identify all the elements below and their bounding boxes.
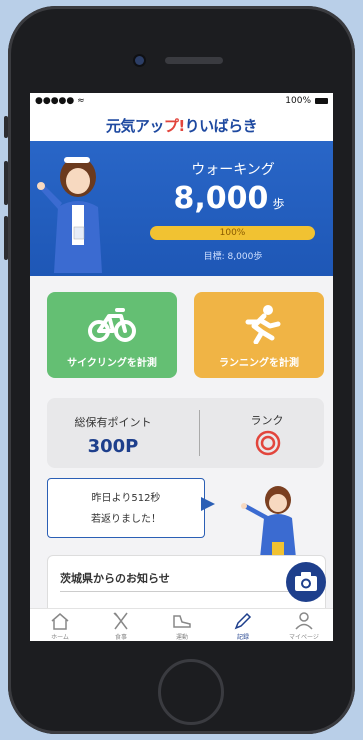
news-divider [60,591,290,592]
rank-label: ランク [250,414,284,427]
tab-record-label: 記録 [236,634,249,641]
runner-icon [245,305,281,344]
shoe-icon [173,615,191,628]
tab-home[interactable]: ホーム [30,612,90,641]
front-camera [135,56,144,65]
message-line-2: 若返りました！ [91,514,161,525]
volume-up-button [4,161,8,205]
card-divider [199,410,200,456]
mute-switch [4,116,8,138]
message-line-1: 昨日より512秒 [91,493,161,504]
cycling-button-label: サイクリングを計測 [67,358,157,369]
app-screen: ●●●●● ≈ 100% 元気アップ!りいばらき ウォーキング 8,000 歩 1… [30,93,333,641]
bubble-tail [201,497,215,511]
running-button-label: ランニングを計測 [219,358,299,369]
fork-knife-icon [113,612,128,630]
walking-label: ウォーキング [191,162,275,178]
wifi-icon: ≈ [77,96,85,106]
tab-mypage[interactable]: マイページ [274,612,333,641]
news-title: 茨城県からのお知らせ [60,572,170,585]
step-progress-bar: 100% [150,226,315,240]
earpiece-speaker [165,57,223,64]
points-value: 300P [87,436,139,457]
tab-record[interactable]: 記録 [213,612,273,641]
points-card[interactable]: 総保有ポイント 300P ランク [47,398,324,468]
home-button[interactable] [158,659,224,725]
bicycle-icon [88,308,136,342]
tab-exercise-label: 運動 [175,634,188,641]
tab-meal-label: 食事 [114,634,127,641]
pencil-icon [234,612,252,630]
mascot-character-icon [37,157,102,273]
tab-meal[interactable]: 食事 [91,612,151,641]
signal-indicator: ●●●●● ≈ [35,96,85,106]
cycling-measure-button[interactable]: サイクリングを計測 [47,292,177,378]
camera-fab-button[interactable] [286,562,326,602]
app-logo: 元気アップ!りいばらき [105,117,258,135]
bottom-tab-bar: ホーム 食事 運動 記録 マイページ [30,608,333,641]
battery-percent: 100% [285,96,311,106]
battery-icon [315,98,328,104]
person-icon [295,612,313,630]
points-label: 総保有ポイント [74,416,152,429]
app-header: 元気アップ!りいばらき [30,111,333,141]
step-count: 8,000 歩 [173,181,285,216]
running-measure-button[interactable]: ランニングを計測 [194,292,324,378]
age-message-bubble: 昨日より512秒 若返りました！ [47,478,205,538]
status-bar: ●●●●● ≈ 100% [30,93,333,111]
tab-home-label: ホーム [51,634,69,641]
walking-panel[interactable]: ウォーキング 8,000 歩 100% 目標: 8,000歩 [30,141,333,276]
step-goal: 目標: 8,000歩 [203,252,263,262]
home-icon [51,613,69,630]
mascot-small-icon [241,486,296,558]
tab-exercise[interactable]: 運動 [152,612,212,641]
rank-circle-icon [255,430,281,456]
camera-icon [295,572,317,591]
tab-mypage-label: マイページ [289,634,319,641]
volume-down-button [4,216,8,260]
